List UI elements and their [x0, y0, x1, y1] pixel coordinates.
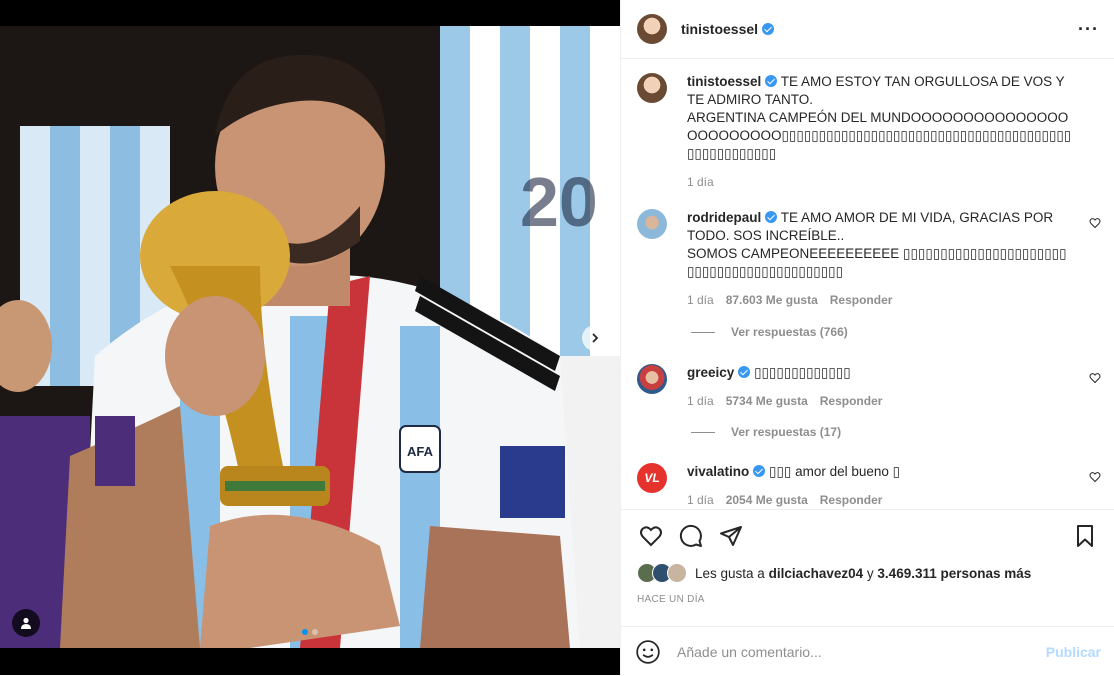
caption: tinistoessel TE AMO ESTOY TAN ORGULLOSA … — [621, 73, 1114, 191]
comment-text: vivalatino ▯▯▯ amor del bueno ▯ — [687, 464, 901, 479]
commenter-username[interactable]: rodridepaul — [687, 210, 761, 225]
commenter-avatar[interactable] — [637, 209, 667, 239]
photo-illustration: 20 AFA — [0, 26, 620, 648]
reply-button[interactable]: Responder — [820, 392, 883, 410]
comment-input[interactable] — [675, 642, 1046, 661]
comment-body: greeicy ▯▯▯▯▯▯▯▯▯▯▯▯▯ 1 día 5734 Me gust… — [687, 364, 1077, 410]
view-replies-button[interactable]: Ver respuestas (17) — [691, 425, 841, 439]
bookmark-icon — [1077, 525, 1093, 547]
instagram-post-modal: 20 AFA tinistoessel ··· tinistoessel TE … — [0, 0, 1114, 675]
likes-connector: y — [866, 565, 874, 581]
carousel-dot — [312, 629, 318, 635]
comment-meta: 1 día 2054 Me gusta Responder — [687, 491, 1077, 509]
liker-username[interactable]: dilciachavez04 — [769, 566, 864, 581]
comment-likes[interactable]: 87.603 Me gusta — [726, 291, 818, 309]
comment-time[interactable]: 1 día — [687, 291, 714, 309]
reply-button[interactable]: Responder — [830, 291, 893, 309]
comment-time[interactable]: 1 día — [687, 491, 714, 509]
liker-avatars — [637, 563, 687, 583]
like-comment-heart-icon[interactable] — [1089, 471, 1101, 483]
comments-list: tinistoessel TE AMO ESTOY TAN ORGULLOSA … — [621, 59, 1114, 509]
svg-text:20: 20 — [520, 163, 598, 241]
commenter-avatar[interactable]: VL — [637, 463, 667, 493]
commenter-username[interactable]: greeicy — [687, 365, 734, 380]
comment-likes[interactable]: 2054 Me gusta — [726, 491, 808, 509]
comment-likes[interactable]: 5734 Me gusta — [726, 392, 808, 410]
comment-body: rodridepaul TE AMO AMOR DE MI VIDA, GRAC… — [687, 209, 1067, 309]
caption-username[interactable]: tinistoessel — [687, 74, 761, 89]
comment-item: greeicy ▯▯▯▯▯▯▯▯▯▯▯▯▯ 1 día 5734 Me gust… — [621, 364, 1114, 410]
post-media: 20 AFA — [0, 0, 620, 675]
add-comment-bar: Publicar — [621, 626, 1114, 676]
comment-item: VL vivalatino ▯▯▯ amor del bueno ▯ 1 día… — [621, 463, 1114, 509]
comment-button[interactable] — [671, 516, 711, 556]
post-action-bar — [621, 509, 1114, 562]
author-avatar[interactable] — [637, 14, 667, 44]
comment-meta: 1 día 87.603 Me gusta Responder — [687, 291, 1067, 309]
publish-button[interactable]: Publicar — [1046, 644, 1101, 660]
like-button[interactable] — [631, 516, 671, 556]
verified-badge-icon — [738, 366, 751, 378]
likes-count[interactable]: 3.469.311 personas más — [877, 566, 1031, 581]
verified-badge-icon — [765, 211, 778, 223]
emoji-icon[interactable] — [635, 639, 661, 665]
author-username[interactable]: tinistoessel — [681, 21, 775, 37]
caption-meta: 1 día — [687, 173, 1077, 191]
share-button[interactable] — [711, 516, 751, 556]
verified-badge-icon — [762, 23, 775, 35]
commenter-avatar[interactable] — [637, 364, 667, 394]
chevron-right-icon — [592, 333, 599, 343]
svg-text:AFA: AFA — [407, 444, 434, 459]
likes-summary: Les gusta a dilciachavez04 y 3.469.311 p… — [637, 563, 1099, 583]
verified-badge-icon — [753, 465, 766, 477]
post-photo: 20 AFA — [0, 26, 620, 648]
verified-badge-icon — [765, 75, 778, 87]
caption-text-continued: ARGENTINA CAMPEÓN DEL MUNDOOOOOOOOOOOOOO… — [687, 110, 1072, 161]
comment-bubble-icon — [679, 524, 702, 547]
caption-avatar[interactable] — [637, 73, 667, 103]
comment-text: rodridepaul TE AMO AMOR DE MI VIDA, GRAC… — [687, 210, 1054, 243]
caption-body: tinistoessel TE AMO ESTOY TAN ORGULLOSA … — [687, 73, 1077, 191]
send-paper-plane-icon — [720, 526, 742, 546]
more-options-icon[interactable]: ··· — [1078, 19, 1099, 40]
save-button[interactable] — [1065, 516, 1105, 556]
view-replies-button[interactable]: Ver respuestas (766) — [691, 325, 848, 339]
comment-item: rodridepaul TE AMO AMOR DE MI VIDA, GRAC… — [621, 209, 1114, 309]
carousel-indicator — [0, 629, 620, 635]
caption-time[interactable]: 1 día — [687, 173, 714, 191]
like-comment-heart-icon[interactable] — [1089, 217, 1101, 229]
comment-time[interactable]: 1 día — [687, 392, 714, 410]
replies-divider — [691, 331, 715, 333]
replies-divider — [691, 431, 715, 433]
carousel-dot-active — [302, 629, 308, 635]
user-tag-icon — [21, 617, 31, 629]
comment-text: greeicy ▯▯▯▯▯▯▯▯▯▯▯▯▯ — [687, 365, 851, 380]
liker-avatar — [667, 563, 687, 583]
carousel-next-button[interactable] — [582, 325, 608, 351]
comment-text-continued: SOMOS CAMPEONEEEEEEEEEE ▯▯▯▯▯▯▯▯▯▯▯▯▯▯▯▯… — [687, 246, 1067, 279]
reply-button[interactable]: Responder — [820, 491, 883, 509]
post-timestamp[interactable]: HACE UN DÍA — [637, 594, 705, 605]
like-comment-heart-icon[interactable] — [1089, 372, 1101, 384]
post-header: tinistoessel ··· — [621, 0, 1114, 59]
post-side-panel: tinistoessel ··· tinistoessel TE AMO EST… — [620, 0, 1114, 675]
comment-meta: 1 día 5734 Me gusta Responder — [687, 392, 1077, 410]
likes-prefix: Les gusta a — [695, 565, 765, 581]
comment-body: vivalatino ▯▯▯ amor del bueno ▯ 1 día 20… — [687, 463, 1077, 509]
heart-icon — [640, 526, 662, 547]
caption-text: tinistoessel TE AMO ESTOY TAN ORGULLOSA … — [687, 74, 1065, 107]
commenter-username[interactable]: vivalatino — [687, 464, 749, 479]
